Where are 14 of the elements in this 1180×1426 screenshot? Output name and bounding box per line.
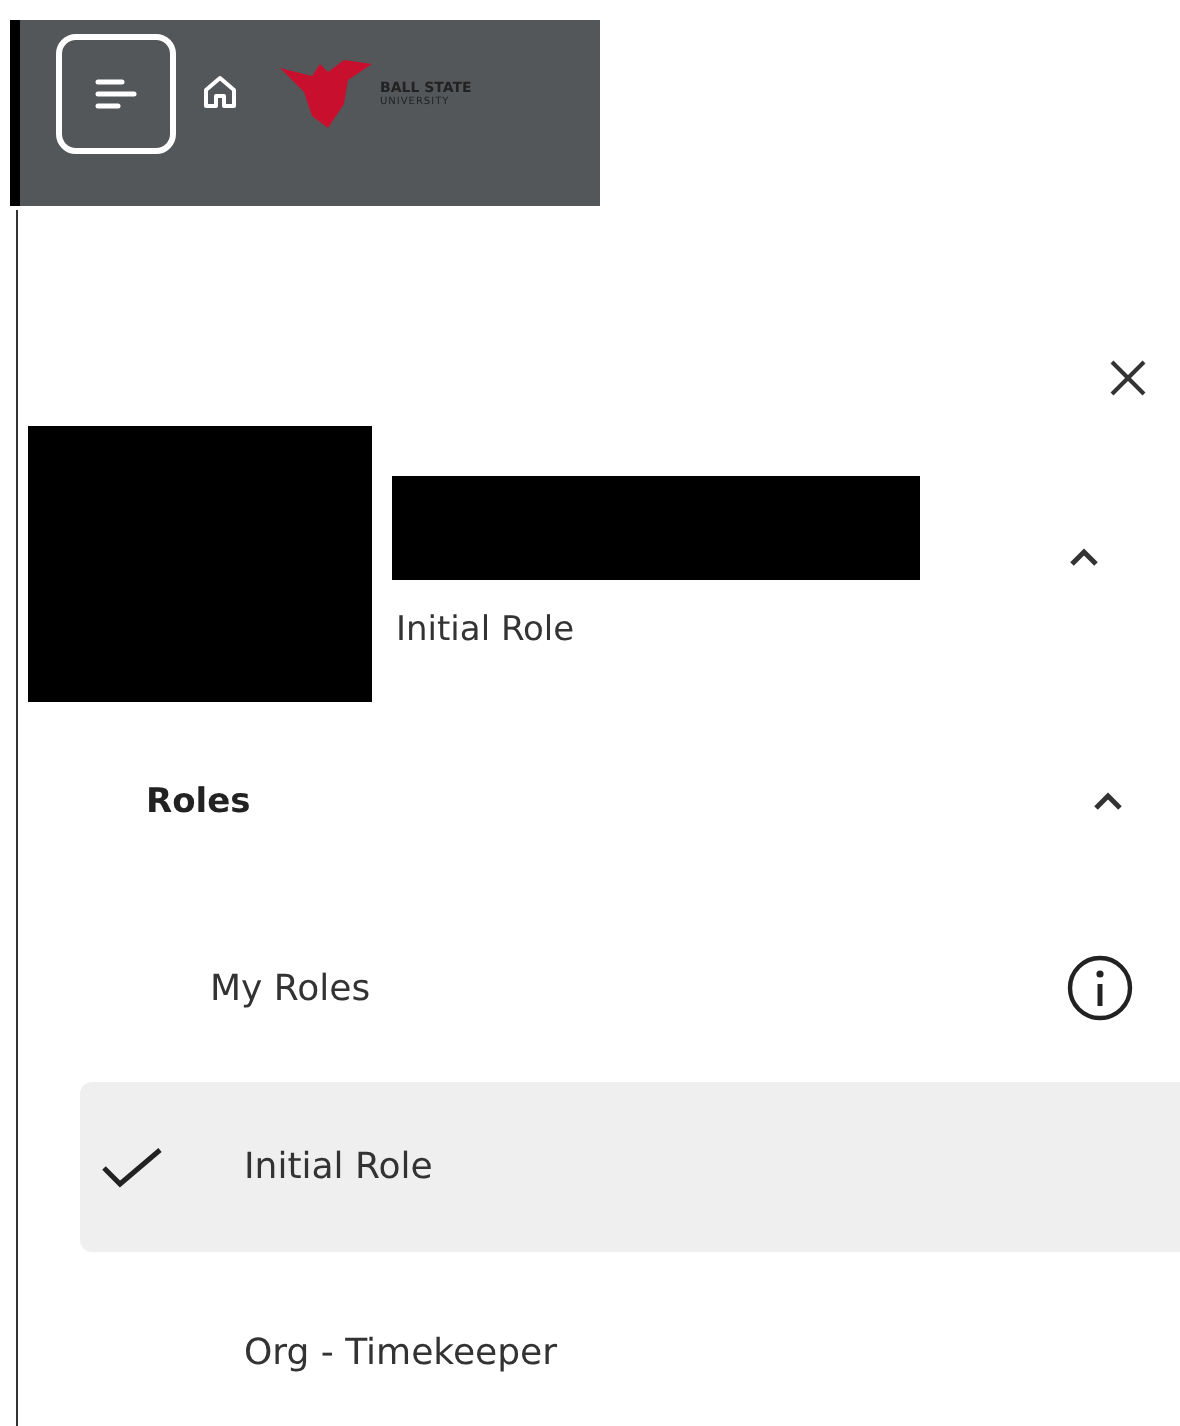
section-title: Roles (146, 782, 251, 822)
menu-icon (92, 74, 140, 114)
info-icon[interactable] (1066, 954, 1134, 1022)
check-icon (100, 1145, 164, 1189)
menu-button[interactable] (56, 34, 176, 154)
current-role: Initial Role (396, 610, 577, 650)
chevron-icon (1092, 792, 1124, 812)
chevron-icon (1068, 548, 1100, 568)
close-icon (1108, 358, 1148, 398)
cardinal-logo-icon (276, 56, 376, 132)
role-item[interactable]: Org - Timekeeper (80, 1268, 1180, 1426)
home-icon[interactable] (200, 72, 240, 112)
list-heading: My Roles (210, 967, 371, 1009)
role-item[interactable]: Initial Role (80, 1082, 1180, 1252)
